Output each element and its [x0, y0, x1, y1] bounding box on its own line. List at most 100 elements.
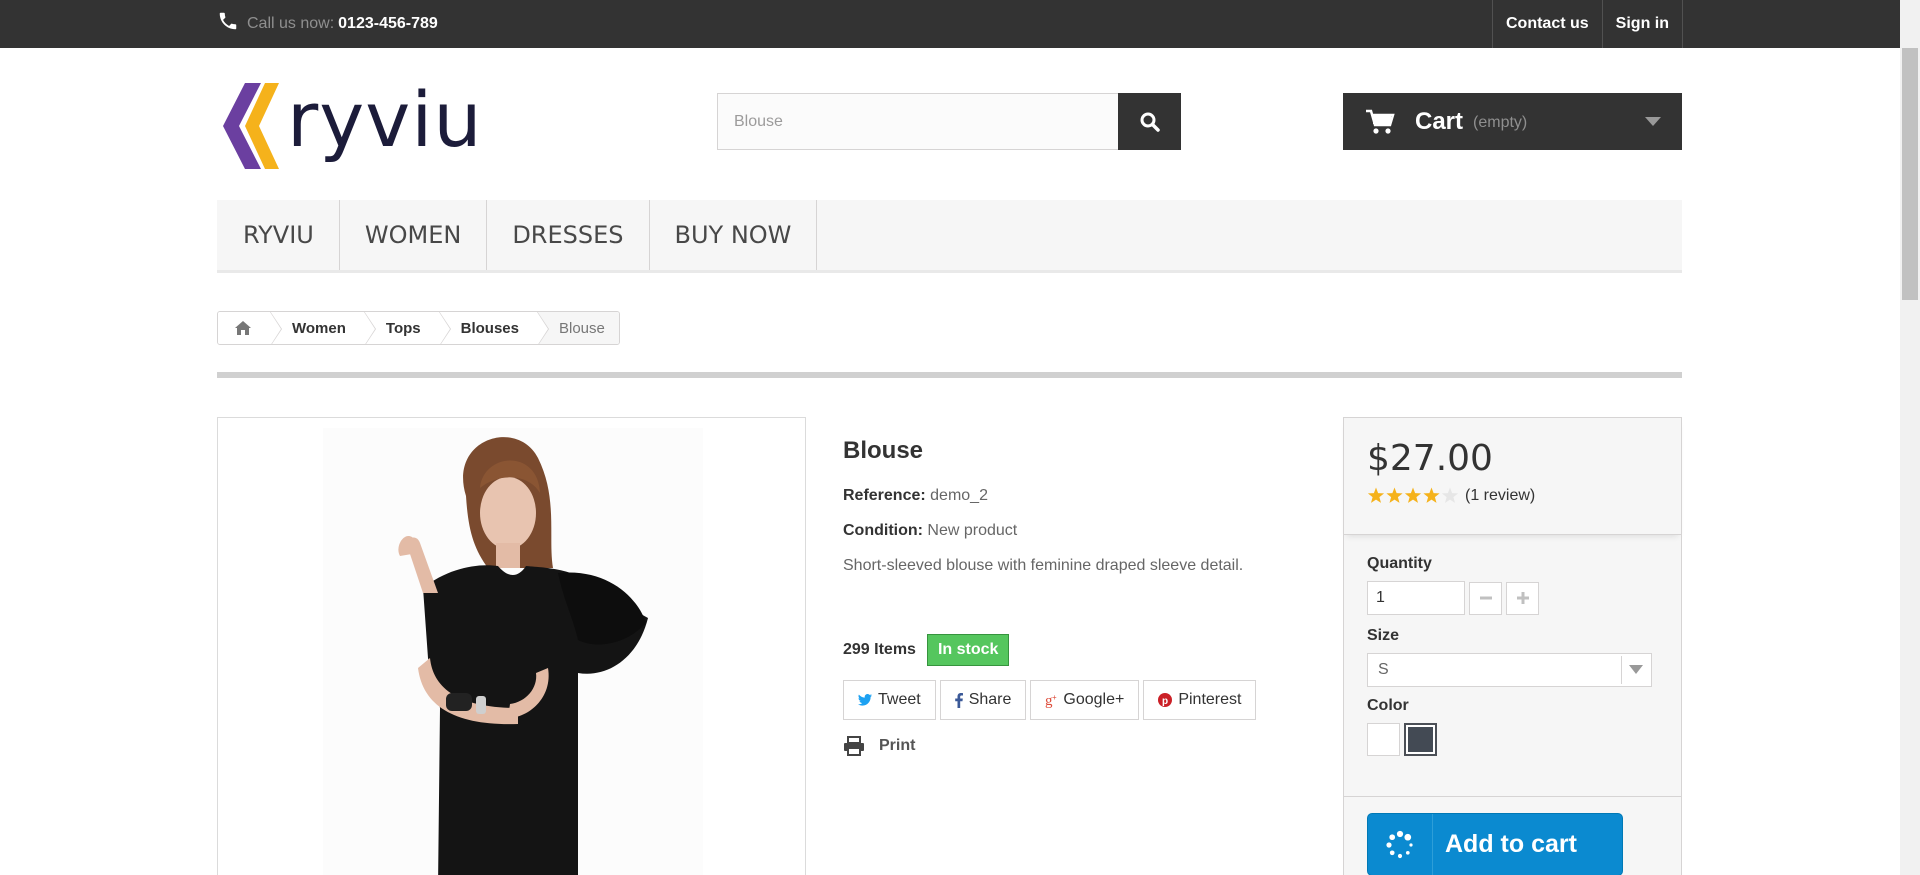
search-button[interactable]	[1118, 93, 1181, 150]
print-link[interactable]: Print	[843, 736, 915, 756]
star-filled-icon	[1386, 487, 1403, 503]
tweet-label: Tweet	[878, 691, 921, 708]
quantity-stepper	[1367, 581, 1658, 615]
product-options: Quantity Size S Color	[1344, 535, 1681, 756]
breadcrumb-women[interactable]: Women	[270, 312, 376, 344]
swatch-fill	[1370, 726, 1397, 753]
call-us-label: Call us now:	[247, 15, 335, 32]
pinterest-button[interactable]: p Pinterest	[1143, 680, 1257, 720]
pinterest-icon: p	[1158, 693, 1173, 707]
top-links: Contact us Sign in	[1492, 0, 1683, 48]
reference-value: demo_2	[930, 487, 988, 504]
top-bar: Call us now: 0123-456-789 Contact us Sig…	[0, 0, 1920, 48]
menu-item-dresses[interactable]: DRESSES	[487, 200, 650, 270]
svg-text:p: p	[1162, 696, 1168, 707]
stock-line: 299 Items In stock	[843, 634, 1010, 666]
svg-text:+: +	[1052, 693, 1057, 702]
breadcrumb: Women Tops Blouses Blouse	[217, 311, 620, 345]
caret-down-icon	[1645, 117, 1661, 126]
buy-box: $27.00 (1 review) Quantity Size S Color	[1343, 417, 1682, 875]
menu-item-ryviu[interactable]: RYVIU	[217, 200, 340, 270]
search-bar	[717, 93, 1181, 150]
quantity-label: Quantity	[1367, 555, 1432, 572]
review-count[interactable]: (1 review)	[1465, 487, 1535, 505]
product-image[interactable]	[217, 417, 806, 875]
phone-block: Call us now: 0123-456-789	[217, 0, 438, 48]
menu-item-women[interactable]: WOMEN	[340, 200, 488, 270]
logo-mark-icon	[223, 83, 279, 169]
facebook-icon	[954, 692, 963, 708]
home-icon	[235, 321, 251, 335]
contact-us-link[interactable]: Contact us	[1492, 0, 1602, 48]
price-area: $27.00 (1 review)	[1344, 418, 1681, 535]
star-filled-icon	[1404, 487, 1422, 503]
condition-label: Condition:	[843, 522, 923, 539]
increase-quantity-button[interactable]	[1506, 581, 1539, 615]
spinner-dot	[1397, 853, 1403, 858]
product-title: Blouse	[843, 437, 924, 464]
size-select[interactable]: S	[1367, 653, 1652, 687]
share-label: Share	[968, 691, 1012, 708]
twitter-icon	[858, 694, 872, 706]
spinner-dot	[1404, 833, 1412, 841]
condition-row: Condition: New product	[843, 522, 1283, 540]
decrease-quantity-button[interactable]	[1469, 581, 1502, 615]
divider	[217, 372, 1682, 378]
social-buttons: Tweet Share g + Google+ p Pinterest	[843, 680, 1260, 720]
google-plus-label: Google+	[1063, 691, 1125, 708]
cart-label: Cart	[1415, 107, 1464, 135]
spinner-dot	[1396, 830, 1404, 837]
cart-status: (empty)	[1473, 114, 1528, 131]
divider	[1344, 796, 1681, 797]
review-line: (1 review)	[1367, 487, 1658, 505]
breadcrumb-home[interactable]	[218, 312, 282, 344]
color-swatch-dark-grey[interactable]	[1404, 723, 1437, 756]
google-plus-button[interactable]: g + Google+	[1030, 680, 1140, 720]
spinner-dot	[1405, 850, 1410, 855]
menu-item-buy-now[interactable]: BUY NOW	[650, 200, 818, 270]
add-to-cart-label: Add to cart	[1445, 830, 1577, 858]
chevron-down-icon	[1621, 656, 1649, 684]
printer-icon	[844, 736, 864, 756]
scrollbar-thumb[interactable]	[1902, 48, 1918, 300]
items-count: 299 Items	[843, 641, 916, 658]
phone-icon	[219, 12, 237, 30]
search-input[interactable]	[717, 93, 1118, 150]
product-price: $27.00	[1367, 438, 1493, 479]
condition-value: New product	[927, 522, 1018, 539]
site-logo[interactable]: ryviu	[217, 75, 497, 172]
tweet-button[interactable]: Tweet	[843, 680, 936, 720]
sign-in-link[interactable]: Sign in	[1601, 0, 1683, 48]
stock-badge: In stock	[926, 634, 1010, 666]
reference-label: Reference:	[843, 487, 926, 504]
cart-block[interactable]: Cart (empty)	[1343, 93, 1682, 150]
phone-number: 0123-456-789	[338, 15, 438, 32]
search-icon	[1140, 112, 1160, 132]
reference-row: Reference: demo_2	[843, 487, 1283, 505]
color-swatches	[1367, 723, 1658, 756]
swatch-fill	[1408, 727, 1433, 752]
spinner-dot	[1386, 841, 1392, 848]
quantity-input[interactable]	[1367, 581, 1465, 615]
page-scrollbar[interactable]	[1900, 0, 1920, 875]
cart-icon	[1366, 109, 1395, 134]
minus-icon	[1479, 596, 1492, 600]
product-info: Blouse Reference: demo_2 Condition: New …	[843, 437, 1283, 575]
product-description: Short-sleeved blouse with feminine drape…	[843, 557, 1244, 574]
loading-spinner-icon	[1368, 814, 1433, 875]
pinterest-label: Pinterest	[1178, 691, 1242, 708]
color-label: Color	[1367, 697, 1409, 714]
main-menu: RYVIU WOMEN DRESSES BUY NOW	[217, 200, 1682, 273]
size-value: S	[1378, 661, 1389, 678]
color-swatch-white[interactable]	[1367, 723, 1400, 756]
share-button[interactable]: Share	[939, 680, 1027, 720]
print-label: Print	[879, 737, 916, 754]
star-empty-icon	[1441, 487, 1459, 503]
add-to-cart-button[interactable]: Add to cart	[1367, 813, 1623, 875]
breadcrumb-current: Blouse	[536, 312, 619, 344]
spinner-dot	[1389, 833, 1396, 840]
breadcrumb-blouses[interactable]: Blouses	[438, 312, 550, 344]
spinner-dot	[1409, 842, 1413, 847]
size-label: Size	[1367, 627, 1400, 644]
plus-icon	[1516, 592, 1529, 604]
